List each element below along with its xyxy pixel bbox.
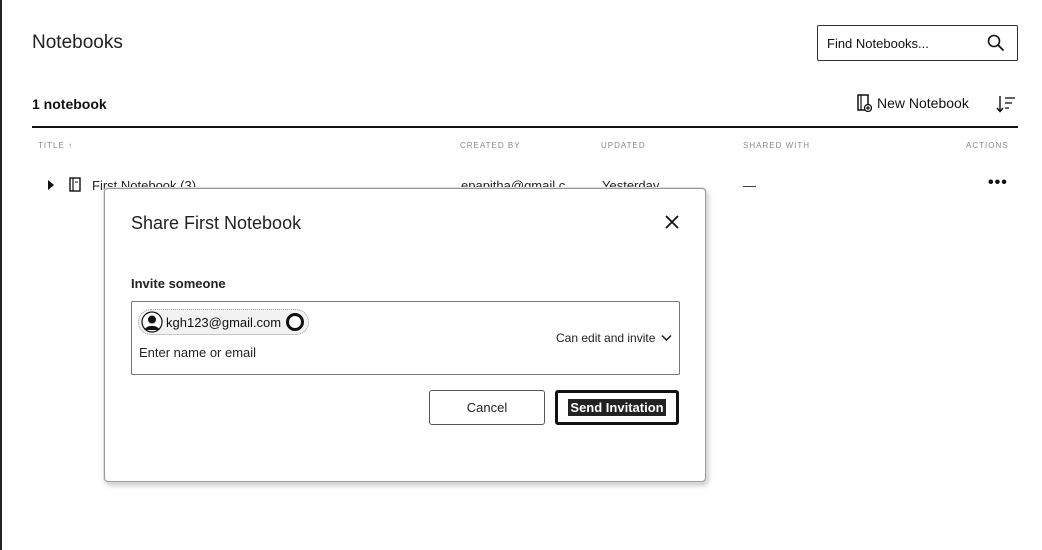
new-notebook-label: New Notebook — [877, 95, 969, 111]
invite-label: Invite someone — [131, 276, 226, 291]
window-edge — [0, 0, 2, 550]
close-icon[interactable] — [663, 213, 681, 231]
expand-arrow-icon[interactable] — [48, 180, 54, 190]
header-divider — [32, 126, 1018, 128]
invite-field[interactable]: kgh123@gmail.com Can edit and invite — [131, 301, 680, 375]
dialog-title: Share First Notebook — [131, 213, 302, 233]
page-title: Notebooks — [32, 32, 123, 53]
search-input[interactable] — [827, 35, 977, 51]
invitee-email: kgh123@gmail.com — [166, 314, 282, 330]
column-header-updated[interactable]: UPDATED — [601, 141, 646, 150]
send-invitation-label: Send Invitation — [568, 399, 666, 416]
search-icon[interactable] — [987, 34, 1005, 52]
user-avatar-icon — [141, 311, 163, 333]
row-shared-with: — — [743, 178, 756, 193]
column-header-actions: ACTIONS — [966, 141, 1009, 150]
cancel-button[interactable]: Cancel — [429, 390, 545, 425]
sort-icon[interactable] — [996, 95, 1016, 113]
invitee-chip[interactable]: kgh123@gmail.com — [138, 309, 310, 335]
column-header-shared-with[interactable]: SHARED WITH — [743, 141, 810, 150]
new-notebook-icon — [857, 94, 872, 112]
send-invitation-button[interactable]: Send Invitation — [555, 390, 679, 425]
chevron-down-icon — [661, 335, 672, 341]
permission-label: Can edit and invite — [556, 331, 656, 345]
permission-select[interactable]: Can edit and invite — [556, 331, 672, 345]
new-notebook-button[interactable]: New Notebook — [856, 94, 969, 112]
column-header-title[interactable]: TITLE ↑ — [38, 141, 73, 150]
search-box[interactable] — [817, 25, 1018, 61]
row-actions-button[interactable]: ••• — [988, 174, 1008, 192]
invite-name-input[interactable] — [139, 345, 439, 360]
column-header-created-by[interactable]: CREATED BY — [460, 141, 521, 150]
notebook-count: 1 notebook — [32, 96, 107, 112]
remove-invitee-icon[interactable] — [286, 313, 305, 331]
notebook-icon — [69, 177, 81, 192]
share-dialog: Share First Notebook Invite someone kgh1… — [104, 188, 706, 482]
